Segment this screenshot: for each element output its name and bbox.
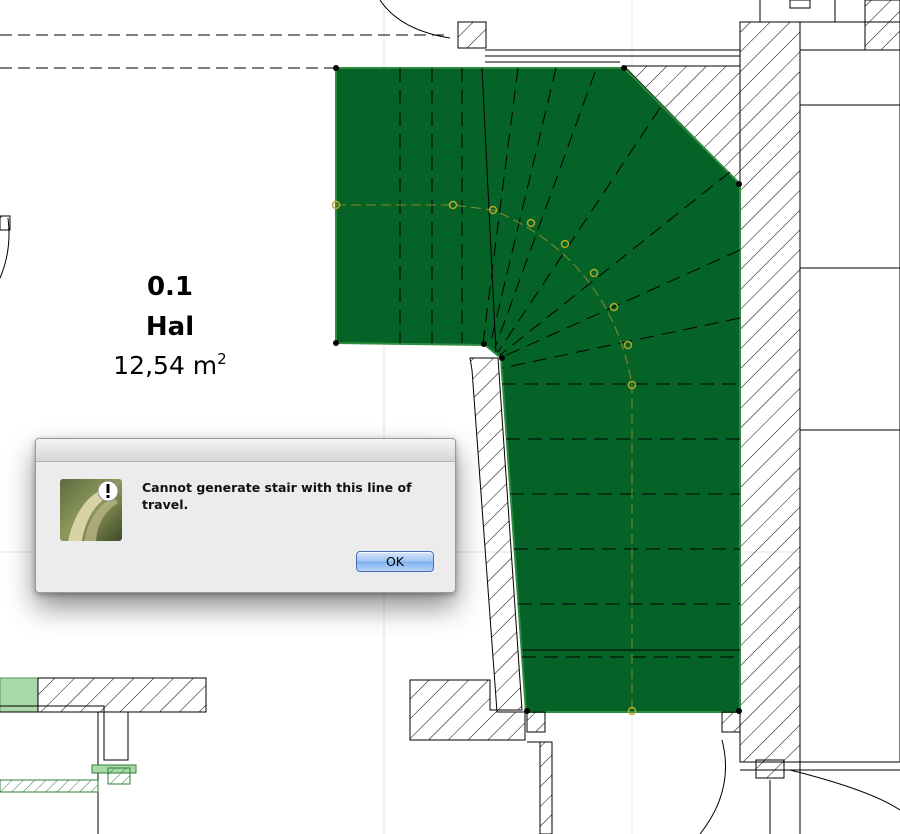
stair-polygon[interactable] [335, 67, 741, 713]
ok-button[interactable]: OK [356, 551, 434, 572]
zone-name: Hal [145, 312, 195, 342]
upper-structure-lines [0, 34, 740, 69]
left-wall-stub [0, 215, 11, 231]
archicad-caution-icon [60, 479, 122, 541]
zone-area-unit-exponent: 2 [217, 350, 227, 368]
alert-message: Cannot generate stair with this line of … [142, 480, 412, 512]
zone-number: 0.1 [146, 272, 194, 302]
floor-plan-canvas[interactable] [0, 0, 900, 834]
alert-titlebar[interactable] [36, 439, 455, 462]
door-swing-top [379, 0, 451, 39]
zone-area-value: 12,54 m [113, 351, 218, 380]
bottom-left-walls [0, 677, 207, 834]
zone-area: 12,54 m2 [100, 350, 240, 380]
alert-dialog: Cannot generate stair with this line of … [35, 438, 456, 593]
